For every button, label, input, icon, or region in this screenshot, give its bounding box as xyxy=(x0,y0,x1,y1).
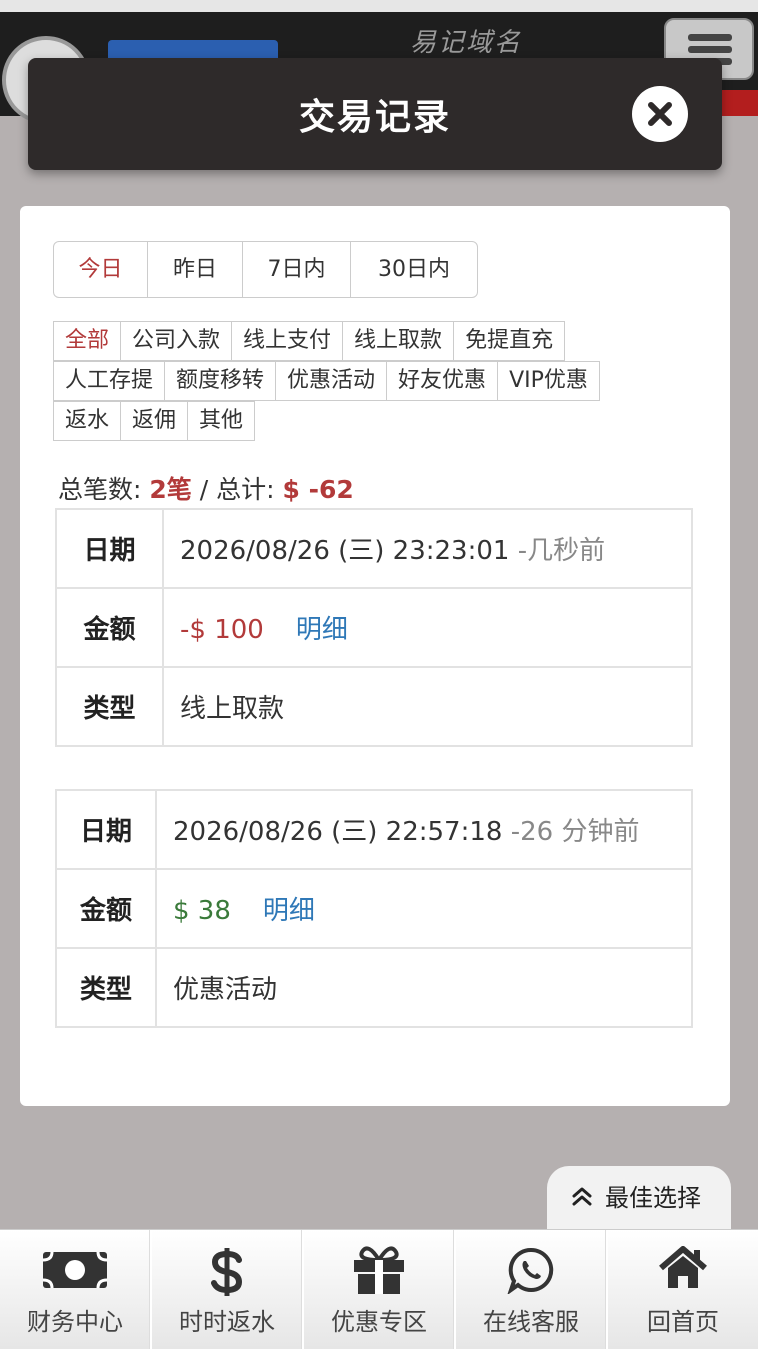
date-value: 2026/08/26 (三) 22:57:18 xyxy=(173,817,503,847)
period-tabs: 今日 昨日 7日内 30日内 xyxy=(53,241,478,298)
filter-online-withdrawal[interactable]: 线上取款 xyxy=(342,321,455,361)
money-icon xyxy=(42,1251,108,1289)
filter-promotion[interactable]: 优惠活动 xyxy=(275,361,388,401)
nav-label: 回首页 xyxy=(647,1308,719,1336)
date-cell: 2026/08/26 (三) 23:23:01 -几秒前 xyxy=(162,508,693,589)
record-table: 日期 2026/08/26 (三) 22:57:18 -26 分钟前 金额 $ … xyxy=(55,789,693,1028)
dollar-icon xyxy=(211,1248,243,1296)
nav-rebate[interactable]: 时时返水 xyxy=(152,1230,304,1349)
filter-row: 人工存提 额度移转 优惠活动 好友优惠 VIP优惠 xyxy=(53,361,703,401)
detail-link[interactable]: 明细 xyxy=(296,615,348,645)
modal-title: 交易记录 xyxy=(298,97,451,138)
filter-row: 全部 公司入款 线上支付 线上取款 免提直充 xyxy=(53,321,703,361)
type-label: 类型 xyxy=(55,947,157,1028)
close-icon xyxy=(648,102,672,126)
gift-icon xyxy=(354,1246,404,1294)
amount-label: 金额 xyxy=(55,868,157,949)
tab-7-days[interactable]: 7日内 xyxy=(243,242,351,297)
nav-finance-center[interactable]: 财务中心 xyxy=(0,1230,152,1349)
filter-commission[interactable]: 返佣 xyxy=(120,401,189,441)
amount-value: $ 38 xyxy=(173,896,231,926)
total-label: 总计: xyxy=(216,475,275,504)
tab-30-days[interactable]: 30日内 xyxy=(351,242,477,297)
nav-customer-service[interactable]: 在线客服 xyxy=(456,1230,608,1349)
type-filters: 全部 公司入款 线上支付 线上取款 免提直充 人工存提 额度移转 优惠活动 好友… xyxy=(53,321,703,441)
filter-row: 返水 返佣 其他 xyxy=(53,401,703,441)
site-domain-label: 易记域名 xyxy=(410,28,523,58)
status-strip xyxy=(0,0,758,12)
type-value: 优惠活动 xyxy=(155,947,693,1028)
bottom-nav: 财务中心 时时返水 优惠专区 在线客服 回首页 xyxy=(0,1229,758,1349)
table-row: 类型 优惠活动 xyxy=(55,947,693,1028)
chevron-up-icon xyxy=(572,1187,592,1206)
modal-header: 交易记录 xyxy=(28,58,722,170)
summary-separator: / xyxy=(199,475,209,504)
table-row: 金额 -$ 100 明细 xyxy=(55,587,693,668)
table-row: 日期 2026/08/26 (三) 23:23:01 -几秒前 xyxy=(55,508,693,589)
date-label: 日期 xyxy=(55,508,164,589)
nav-label: 时时返水 xyxy=(179,1308,275,1336)
total-value: $ -62 xyxy=(282,475,354,504)
filter-vip-bonus[interactable]: VIP优惠 xyxy=(497,361,600,401)
nav-label: 优惠专区 xyxy=(331,1308,427,1336)
detail-link[interactable]: 明细 xyxy=(263,896,315,926)
date-value: 2026/08/26 (三) 23:23:01 xyxy=(180,536,510,566)
table-row: 金额 $ 38 明细 xyxy=(55,868,693,949)
best-choice-label: 最佳选择 xyxy=(605,1184,701,1212)
date-cell: 2026/08/26 (三) 22:57:18 -26 分钟前 xyxy=(155,789,693,870)
filter-company-deposit[interactable]: 公司入款 xyxy=(120,321,233,361)
filter-friend-bonus[interactable]: 好友优惠 xyxy=(386,361,499,401)
amount-label: 金额 xyxy=(55,587,164,668)
amount-cell: $ 38 明细 xyxy=(155,868,693,949)
filter-rebate[interactable]: 返水 xyxy=(53,401,122,441)
amount-cell: -$ 100 明细 xyxy=(162,587,693,668)
filter-direct-topup[interactable]: 免提直充 xyxy=(453,321,566,361)
record-table: 日期 2026/08/26 (三) 23:23:01 -几秒前 金额 -$ 10… xyxy=(55,508,693,747)
nav-promotions[interactable]: 优惠专区 xyxy=(304,1230,456,1349)
site-red-badge xyxy=(720,90,758,116)
nav-home[interactable]: 回首页 xyxy=(608,1230,758,1349)
filter-transfer[interactable]: 额度移转 xyxy=(164,361,277,401)
table-row: 类型 线上取款 xyxy=(55,666,693,747)
whatsapp-icon xyxy=(507,1247,554,1294)
count-value: 2笔 xyxy=(149,475,192,504)
close-button[interactable] xyxy=(632,86,688,142)
tab-yesterday[interactable]: 昨日 xyxy=(148,242,243,297)
home-icon xyxy=(659,1246,707,1288)
table-row: 日期 2026/08/26 (三) 22:57:18 -26 分钟前 xyxy=(55,789,693,870)
filter-all[interactable]: 全部 xyxy=(53,321,122,361)
filter-online-payment[interactable]: 线上支付 xyxy=(231,321,344,361)
count-label: 总笔数: xyxy=(58,475,142,504)
summary-line: 总笔数: 2笔 / 总计: $ -62 xyxy=(58,470,354,506)
transaction-card: 今日 昨日 7日内 30日内 全部 公司入款 线上支付 线上取款 免提直充 人工… xyxy=(20,206,730,1106)
nav-label: 在线客服 xyxy=(483,1308,579,1336)
nav-label: 财务中心 xyxy=(27,1308,123,1336)
tab-today[interactable]: 今日 xyxy=(54,242,148,297)
filter-manual[interactable]: 人工存提 xyxy=(53,361,166,401)
filter-other[interactable]: 其他 xyxy=(187,401,256,441)
type-label: 类型 xyxy=(55,666,164,747)
best-choice-button[interactable]: 最佳选择 xyxy=(547,1166,731,1230)
relative-time: -几秒前 xyxy=(517,536,606,566)
relative-time: -26 分钟前 xyxy=(510,817,640,847)
type-value: 线上取款 xyxy=(162,666,693,747)
amount-value: -$ 100 xyxy=(180,615,264,645)
date-label: 日期 xyxy=(55,789,157,870)
